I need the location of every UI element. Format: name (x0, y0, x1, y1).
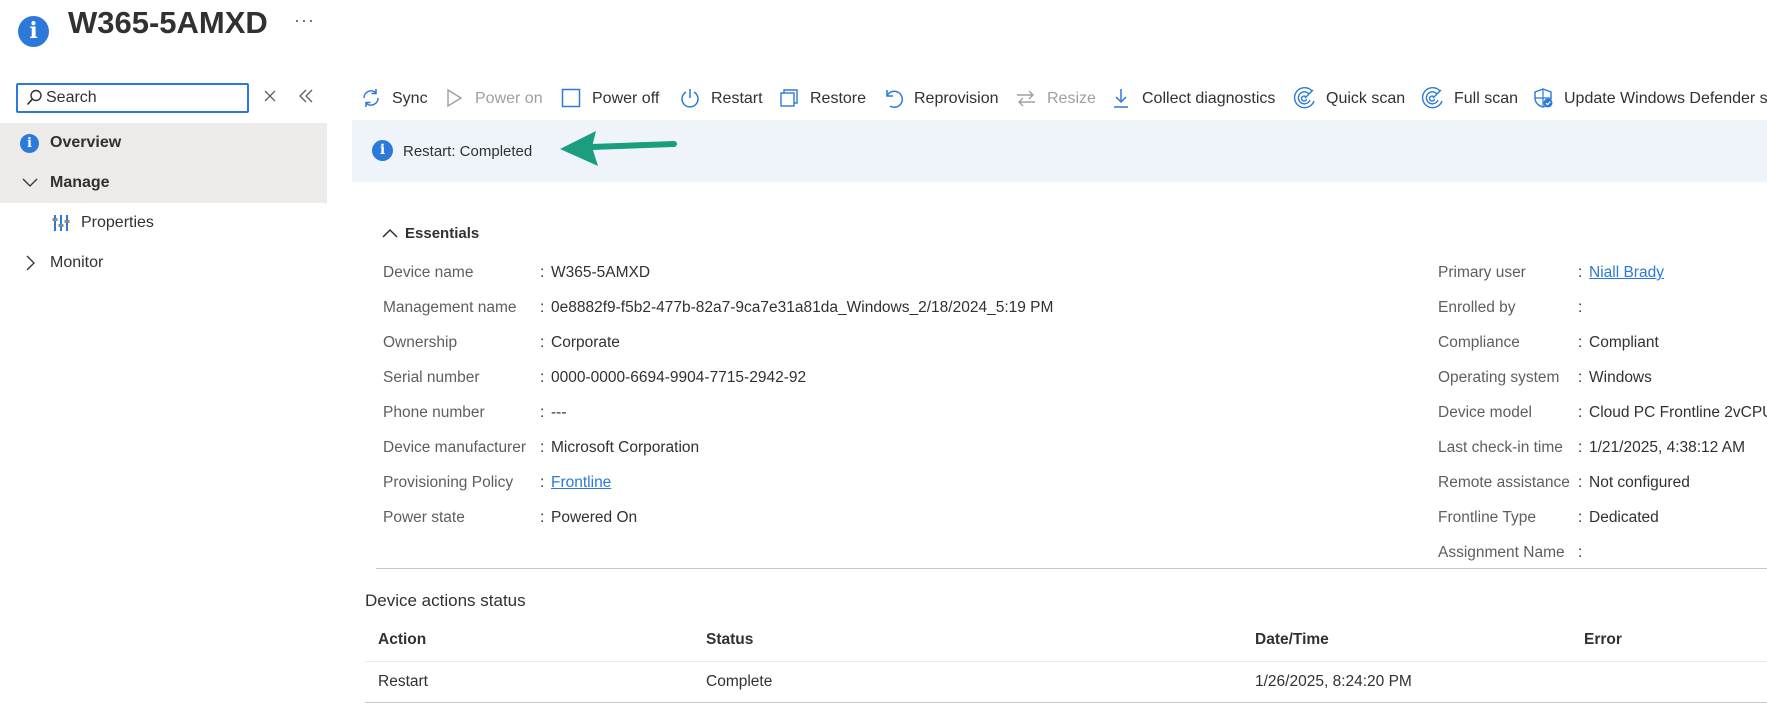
prop-value: 1/21/2025, 4:38:12 AM (1589, 439, 1745, 456)
search-input[interactable] (46, 87, 242, 109)
notification-banner: i Restart: Completed (352, 120, 1767, 182)
prop-key: Operating system (1438, 369, 1560, 386)
prop-key: Remote assistance (1438, 474, 1570, 491)
prop-key: Management name (383, 299, 517, 316)
prop-value: Microsoft Corporation (551, 439, 700, 456)
prop-key: Last check-in time (1438, 439, 1563, 456)
prop-key: Primary user (1438, 264, 1526, 281)
sidebar-item-label: Monitor (50, 254, 104, 271)
device-actions-title: Device actions status (365, 591, 526, 610)
power-icon (681, 89, 699, 108)
provisioning-policy-link[interactable]: Frontline (551, 474, 611, 492)
page-title: W365-5AMXD (68, 5, 268, 40)
update-windows-defender-label: Update Windows Defender s (1564, 90, 1767, 107)
essentials-title: Essentials (405, 225, 480, 242)
resize-label: Resize (1047, 90, 1096, 107)
prop-value: Compliant (1589, 334, 1659, 351)
prop-value: --- (551, 404, 567, 421)
info-icon: i (372, 140, 393, 161)
prop-key: Device model (1438, 404, 1532, 421)
prop-key: Enrolled by (1438, 299, 1516, 316)
cell-status: Complete (706, 673, 773, 690)
properties-icon (52, 215, 70, 231)
collapse-sidebar-icon[interactable] (297, 87, 315, 105)
prop-key: Provisioning Policy (383, 474, 514, 491)
cell-datetime: 1/26/2025, 8:24:20 PM (1255, 673, 1412, 690)
power-off-label: Power off (592, 90, 660, 107)
sidebar-item-overview[interactable]: i Overview (0, 123, 327, 163)
sync-icon (363, 89, 379, 107)
prop-value: 0e8882f9-f5b2-477b-82a7-9ca7e31a81da_Win… (551, 299, 1054, 316)
prop-value: Not configured (1589, 474, 1690, 491)
prop-key: Power state (383, 509, 465, 526)
chevron-right-icon (26, 255, 35, 271)
info-icon: i (20, 134, 39, 153)
annotation-arrow-icon (560, 131, 677, 166)
stop-icon (561, 88, 581, 108)
prop-key: Device manufacturer (383, 439, 527, 456)
divider (365, 702, 1767, 703)
reprovision-label: Reprovision (914, 90, 999, 107)
sidebar-item-label: Manage (50, 174, 110, 191)
column-header-status[interactable]: Status (706, 631, 753, 649)
prop-key: Frontline Type (1438, 509, 1536, 526)
info-icon: i (18, 16, 49, 47)
prop-key: Assignment Name (1438, 544, 1565, 561)
chevron-up-icon (382, 228, 398, 238)
primary-user-link[interactable]: Niall Brady (1589, 264, 1664, 282)
scan-icon (1294, 87, 1315, 109)
sidebar-item-monitor[interactable]: Monitor (0, 243, 327, 283)
more-options-button[interactable]: ··· (294, 10, 315, 31)
play-icon (447, 88, 463, 108)
restart-label: Restart (711, 90, 763, 107)
prop-value: Powered On (551, 509, 638, 526)
search-icon (26, 89, 42, 106)
sidebar-item-label: Properties (81, 214, 154, 231)
chevron-down-icon (22, 178, 38, 187)
prop-value: Corporate (551, 334, 620, 351)
sidebar-item-manage[interactable]: Manage (0, 163, 327, 203)
divider (365, 661, 1767, 662)
prop-key: Phone number (383, 404, 485, 421)
full-scan-label: Full scan (1454, 90, 1519, 107)
swap-arrows-icon (1017, 90, 1035, 107)
column-header-action[interactable]: Action (378, 631, 426, 649)
prop-value: 0000-0000-6694-9904-7715-2942-92 (551, 369, 807, 386)
prop-value: Dedicated (1589, 509, 1659, 526)
prop-value: W365-5AMXD (551, 264, 651, 281)
column-header-datetime[interactable]: Date/Time (1255, 631, 1329, 649)
notification-text: Restart: Completed (403, 143, 533, 160)
sidebar-item-label: Overview (50, 134, 122, 151)
quick-scan-label: Quick scan (1326, 90, 1406, 107)
cell-action: Restart (378, 673, 428, 690)
power-on-label: Power on (475, 90, 543, 107)
prop-key: Compliance (1438, 334, 1520, 351)
prop-value: Cloud PC Frontline 2vCPU (1589, 404, 1767, 421)
download-icon (1114, 89, 1128, 108)
divider (376, 568, 1767, 569)
prop-key: Device name (383, 264, 474, 281)
shield-icon (1534, 88, 1553, 108)
sync-label: Sync (392, 90, 428, 107)
restore-icon (780, 89, 798, 107)
prop-value: Windows (1589, 369, 1652, 386)
prop-key: Ownership (383, 334, 458, 351)
collect-diagnostics-label: Collect diagnostics (1142, 90, 1276, 107)
sidebar-item-properties[interactable]: Properties (0, 203, 327, 243)
column-header-error[interactable]: Error (1584, 631, 1622, 649)
clear-search-icon[interactable] (262, 88, 278, 106)
search-box[interactable] (16, 83, 249, 113)
undo-icon (886, 90, 903, 109)
prop-key: Serial number (383, 369, 480, 386)
restore-label: Restore (810, 90, 867, 107)
scan-icon (1422, 87, 1443, 109)
